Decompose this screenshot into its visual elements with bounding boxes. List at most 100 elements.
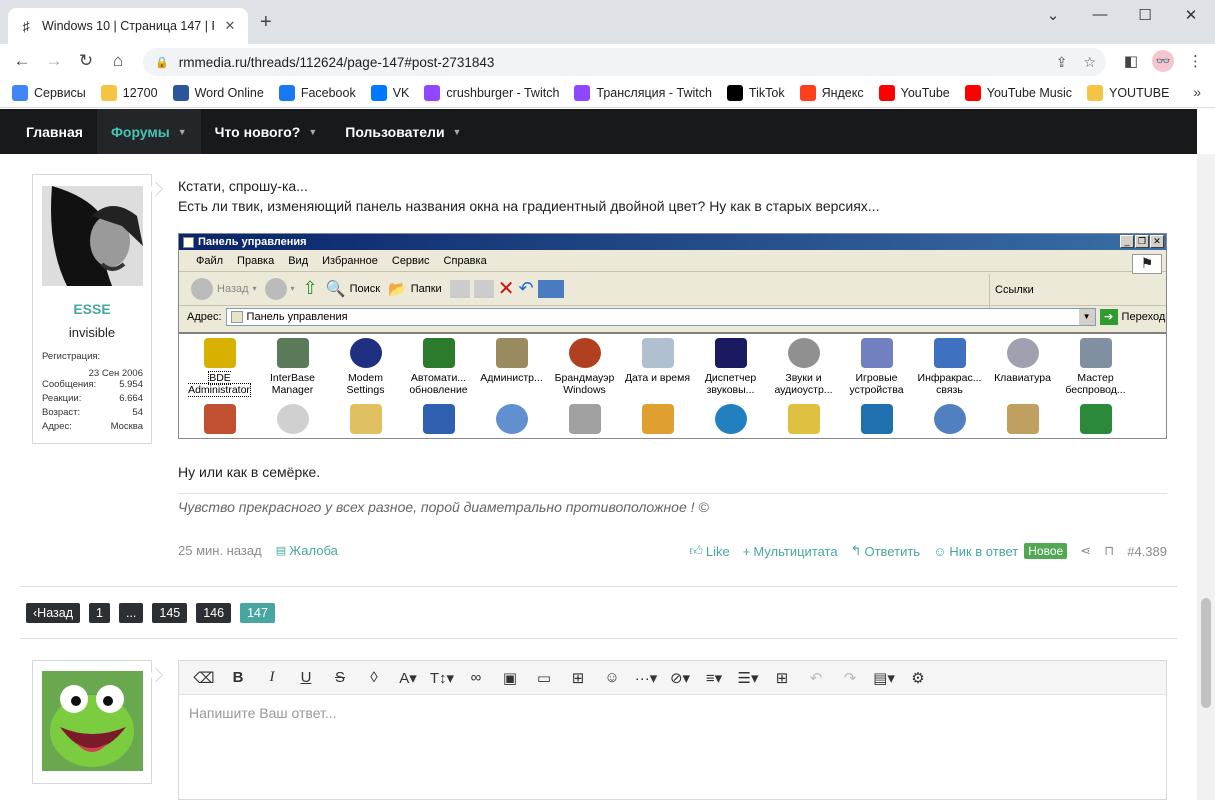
nav-whats-new[interactable]: Что нового? ▼	[201, 109, 332, 154]
pager-page[interactable]: 146	[196, 603, 232, 623]
media-icon[interactable]: ⊞	[561, 669, 595, 687]
nick-reply-button[interactable]: ☺ Ник в ответ Новое	[933, 543, 1068, 559]
undo-icon[interactable]: ↶	[799, 669, 833, 687]
bookmark-item[interactable]: YouTube Music	[964, 84, 1072, 101]
delete-x-icon: ✕	[497, 278, 515, 300]
bookmark-item[interactable]: YOUTUBE	[1087, 84, 1169, 101]
bookmark-item[interactable]: TikTok	[726, 84, 785, 101]
bookmark-label: VK	[392, 85, 410, 100]
spoiler-icon[interactable]: ⊘▾	[663, 669, 697, 687]
maximize-icon[interactable]: ☐	[1130, 6, 1160, 26]
word-icon	[172, 84, 189, 101]
underline-icon[interactable]: U	[289, 669, 323, 686]
align-icon[interactable]: ≡▾	[697, 669, 731, 687]
bookmark-item[interactable]: Сервисы	[12, 84, 86, 101]
minimize-icon[interactable]: —	[1085, 6, 1115, 26]
pager-page[interactable]: 145	[152, 603, 188, 623]
xp-applet-label: Диспетчер звуковы...	[704, 372, 757, 396]
settings-gear-icon[interactable]: ⚙	[901, 669, 935, 687]
username[interactable]: ESSE	[33, 301, 151, 317]
table-icon[interactable]: ⊞	[765, 669, 799, 687]
browser-tab[interactable]: ♯ Windows 10 | Страница 147 | Rm ✕	[8, 8, 248, 44]
stat-label: Реакции:	[42, 393, 82, 404]
bookmark-label: Сервисы	[34, 85, 86, 100]
strikethrough-icon[interactable]: S	[323, 669, 357, 686]
video-icon[interactable]: ▭	[527, 669, 561, 687]
chevron-down-icon[interactable]: ▼	[453, 127, 462, 137]
post-image-xp-control-panel[interactable]: Панель управления _ ❐ ✕ Файл Правка Вид Изб…	[178, 233, 1167, 439]
bookmark-item[interactable]: 12700	[100, 84, 158, 101]
close-window-icon[interactable]: ✕	[1176, 6, 1206, 26]
bookmark-item[interactable]: YouTube	[878, 84, 950, 101]
vk-icon	[370, 84, 387, 101]
bookmark-item[interactable]: crushburger - Twitch	[424, 84, 560, 101]
bookmarks-overflow-icon[interactable]: »	[1193, 84, 1201, 100]
xp-control-panel-item: Администр...	[475, 334, 548, 400]
menu-kebab-icon[interactable]: ⋮	[1188, 52, 1203, 70]
more-options-icon[interactable]: ···▾	[629, 669, 663, 687]
bookmark-item[interactable]: Facebook	[278, 84, 356, 101]
new-tab-icon[interactable]: +	[260, 12, 272, 32]
bookmark-label: crushburger - Twitch	[446, 85, 560, 100]
lock-icon[interactable]: 🔒	[155, 56, 169, 69]
address-url: rmmedia.ru/threads/112624/page-147#post-…	[178, 54, 495, 70]
tab-search-icon[interactable]: ⌄	[1038, 6, 1068, 26]
bookmark-post-icon[interactable]: ⊓	[1104, 543, 1114, 559]
reload-icon[interactable]: ↻	[70, 51, 102, 71]
font-family-icon[interactable]: A▾	[391, 669, 425, 687]
post-divider	[20, 586, 1177, 587]
link-icon[interactable]: ∞	[459, 669, 493, 686]
user-stat-row: Сообщения: 5.954	[42, 379, 143, 393]
pager-ellipsis[interactable]: ...	[118, 603, 144, 623]
bookmark-item[interactable]: Яндекс	[799, 84, 864, 101]
smiley-icon[interactable]: ☺	[595, 669, 629, 686]
reply-input[interactable]: Напишите Ваш ответ...	[179, 695, 1166, 731]
close-tab-icon[interactable]: ✕	[222, 18, 238, 34]
xp-address-bar: Адрес: Панель управления ▼ ➔ Переход	[179, 306, 1166, 328]
address-bar[interactable]: 🔒 rmmedia.ru/threads/112624/page-147#pos…	[143, 48, 1106, 76]
pager-back-button[interactable]: ‹Назад	[26, 603, 80, 623]
bold-icon[interactable]: B	[221, 669, 255, 686]
font-size-icon[interactable]: T↕▾	[425, 669, 459, 687]
report-link[interactable]: ▤ Жалоба	[276, 543, 338, 558]
list-icon[interactable]: ☰▾	[731, 669, 765, 687]
share-post-icon[interactable]: ⋖	[1080, 543, 1091, 559]
forward-arrow-icon[interactable]: →	[38, 51, 70, 71]
bookmark-item[interactable]: Word Online	[172, 84, 264, 101]
chevron-down-icon[interactable]: ▼	[308, 127, 317, 137]
like-button[interactable]: 👍︎ Like	[689, 543, 729, 559]
nav-home[interactable]: Главная	[0, 109, 97, 154]
share-icon[interactable]: ⇪	[1056, 54, 1068, 71]
pager-page[interactable]: 1	[89, 603, 110, 623]
page-scrollbar[interactable]	[1197, 154, 1215, 800]
bookmark-item[interactable]: Трансляция - Twitch	[574, 84, 712, 101]
scrollbar-thumb[interactable]	[1201, 598, 1211, 708]
post-time[interactable]: 25 мин. назад	[178, 543, 262, 558]
xp-control-panel-item: Игровые устройства	[840, 334, 913, 400]
profile-avatar-icon[interactable]: 👓	[1152, 50, 1174, 72]
image-icon[interactable]: ▣	[493, 669, 527, 687]
nav-users[interactable]: Пользователи ▼	[331, 109, 475, 154]
drafts-icon[interactable]: ▤▾	[867, 669, 901, 687]
side-panel-icon[interactable]: ◧	[1124, 52, 1138, 70]
reply-button[interactable]: ↰ Ответить	[851, 543, 920, 559]
xp-applet-icon	[933, 338, 966, 368]
user-avatar[interactable]	[42, 186, 143, 286]
multiquote-button[interactable]: + Мультицитата	[743, 544, 838, 559]
post-number[interactable]: #4.389	[1127, 544, 1167, 559]
chevron-down-icon[interactable]: ▼	[178, 127, 187, 137]
redo-icon[interactable]: ↷	[833, 669, 867, 687]
xp-go-button: ➔ Переход	[1099, 309, 1165, 325]
home-icon[interactable]: ⌂	[102, 51, 134, 71]
italic-icon[interactable]: I	[255, 669, 289, 686]
color-drop-icon[interactable]: ◊	[357, 669, 391, 686]
back-arrow-icon[interactable]: ←	[6, 51, 38, 71]
nav-forums[interactable]: Форумы ▼	[96, 109, 201, 154]
nav-users-label: Пользователи	[345, 123, 445, 140]
bookmark-item[interactable]: VK	[370, 84, 410, 101]
bookmark-star-icon[interactable]: ☆	[1083, 54, 1096, 71]
pager-page[interactable]: 147	[240, 603, 275, 623]
stat-label: Адрес:	[42, 421, 72, 432]
xp-minimize-icon: _	[1120, 235, 1134, 248]
eraser-icon[interactable]: ⌫	[187, 669, 221, 687]
